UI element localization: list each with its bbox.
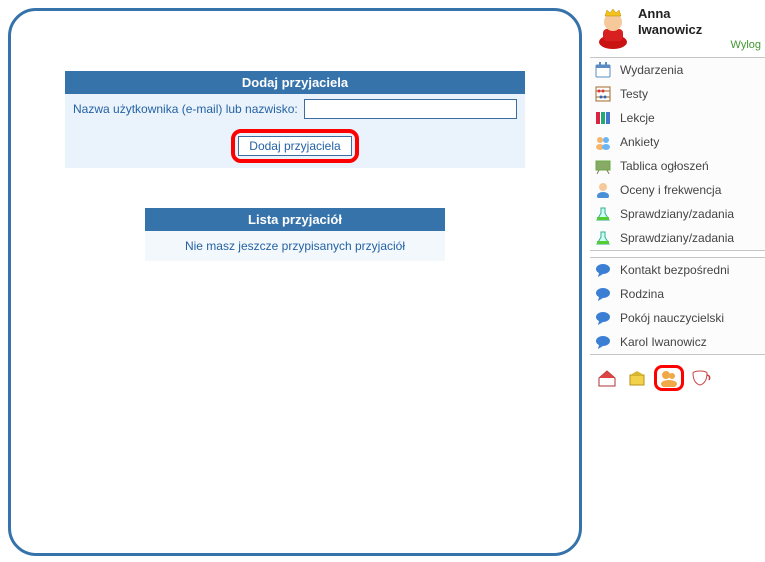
sidebar-item-label: Sprawdziany/zadania	[620, 206, 734, 222]
profile-name-1: Anna	[638, 6, 765, 22]
profile-name-2: Iwanowicz	[638, 22, 765, 38]
sidebar-item-pokoj[interactable]: Pokój nauczycielski	[590, 306, 765, 330]
books-icon	[594, 109, 612, 127]
sidebar-item-tablica[interactable]: Tablica ogłoszeń	[590, 154, 765, 178]
add-friend-block: Dodaj przyjaciela Nazwa użytkownika (e-m…	[65, 71, 525, 168]
friend-list-empty: Nie masz jeszcze przypisanych przyjaciół	[145, 231, 445, 261]
users-highlight	[654, 365, 684, 391]
sidebar-item-label: Karol Iwanowicz	[620, 334, 707, 350]
add-friend-highlight: Dodaj przyjaciela	[231, 129, 358, 163]
username-label: Nazwa użytkownika (e-mail) lub nazwisko:	[73, 102, 298, 116]
sidebar-item-label: Lekcje	[620, 110, 655, 126]
profile: Anna Iwanowicz Wylog	[590, 6, 765, 51]
username-input[interactable]	[304, 99, 517, 119]
people-icon	[594, 133, 612, 151]
bottom-toolbar	[590, 361, 765, 395]
box-icon[interactable]	[624, 367, 650, 389]
users-icon[interactable]	[658, 369, 680, 387]
sidebar-item-wydarzenia[interactable]: Wydarzenia	[590, 58, 765, 82]
add-friend-button-row: Dodaj przyjaciela	[65, 124, 525, 168]
sidebar-item-kontakt[interactable]: Kontakt bezpośredni	[590, 258, 765, 282]
sidebar: Anna Iwanowicz Wylog Wydarzenia Testy Le…	[590, 6, 765, 395]
sidebar-item-label: Wydarzenia	[620, 62, 683, 78]
sidebar-item-oceny[interactable]: Oceny i frekwencja	[590, 178, 765, 202]
sidebar-item-label: Oceny i frekwencja	[620, 182, 721, 198]
add-friend-button[interactable]: Dodaj przyjaciela	[238, 136, 351, 156]
flask-icon	[594, 229, 612, 247]
sidebar-item-sprawdziany-1[interactable]: Sprawdziany/zadania	[590, 202, 765, 226]
sidebar-item-ankiety[interactable]: Ankiety	[590, 130, 765, 154]
sidebar-item-rodzina[interactable]: Rodzina	[590, 282, 765, 306]
abacus-icon	[594, 85, 612, 103]
sidebar-item-testy[interactable]: Testy	[590, 82, 765, 106]
chat-icon	[594, 261, 612, 279]
menu-panel-1: Wydarzenia Testy Lekcje Ankiety Tablica …	[590, 57, 765, 251]
cup-icon[interactable]	[688, 367, 714, 389]
sidebar-item-label: Testy	[620, 86, 648, 102]
friend-list-block: Lista przyjaciół Nie masz jeszcze przypi…	[145, 208, 445, 261]
chat-icon	[594, 333, 612, 351]
calendar-icon	[594, 61, 612, 79]
board-icon	[594, 157, 612, 175]
friend-list-header: Lista przyjaciół	[145, 208, 445, 231]
sidebar-item-label: Kontakt bezpośredni	[620, 262, 729, 278]
logout-link[interactable]: Wylog	[638, 39, 765, 51]
home-icon[interactable]	[594, 367, 620, 389]
sidebar-item-label: Tablica ogłoszeń	[620, 158, 709, 174]
avatar-icon	[594, 7, 632, 49]
menu-panel-2: Kontakt bezpośredni Rodzina Pokój nauczy…	[590, 257, 765, 355]
person-icon	[594, 181, 612, 199]
sidebar-item-sprawdziany-2[interactable]: Sprawdziany/zadania	[590, 226, 765, 250]
chat-icon	[594, 309, 612, 327]
sidebar-item-label: Ankiety	[620, 134, 659, 150]
main-panel: Dodaj przyjaciela Nazwa użytkownika (e-m…	[8, 8, 582, 556]
sidebar-item-karol[interactable]: Karol Iwanowicz	[590, 330, 765, 354]
add-friend-row: Nazwa użytkownika (e-mail) lub nazwisko:	[65, 94, 525, 124]
add-friend-header: Dodaj przyjaciela	[65, 71, 525, 94]
flask-icon	[594, 205, 612, 223]
sidebar-item-label: Rodzina	[620, 286, 664, 302]
sidebar-item-lekcje[interactable]: Lekcje	[590, 106, 765, 130]
sidebar-item-label: Pokój nauczycielski	[620, 310, 724, 326]
chat-icon	[594, 285, 612, 303]
sidebar-item-label: Sprawdziany/zadania	[620, 230, 734, 246]
